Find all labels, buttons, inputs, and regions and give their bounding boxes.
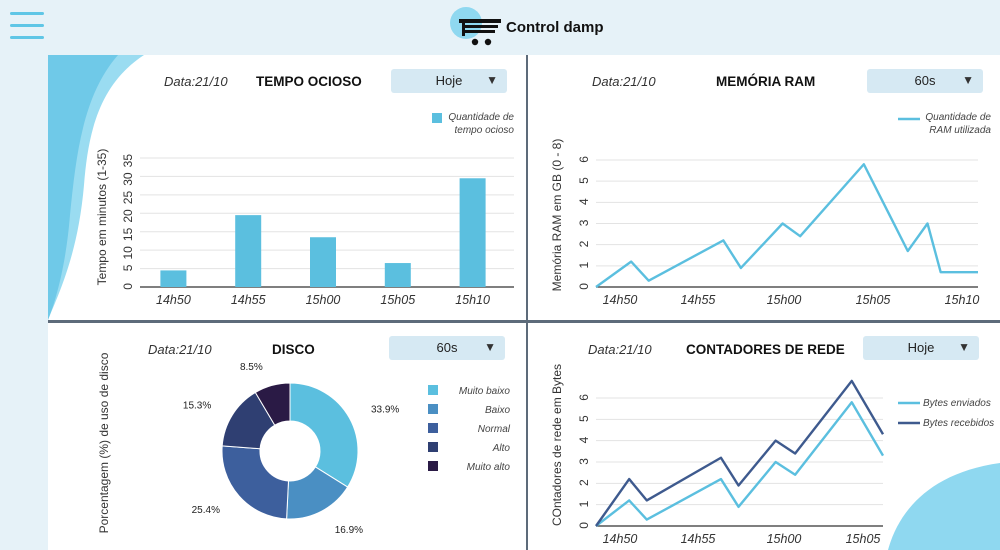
x-tick-label: 15h10	[945, 293, 980, 307]
chart-plot: Porcentagem (%) de uso de disco 33.9% 16.9…	[97, 352, 511, 536]
y-tick-label: 0	[577, 522, 591, 529]
legend-label: Bytes recebidos	[923, 418, 994, 429]
bar	[235, 215, 262, 287]
legend-label: Muito alto	[467, 462, 511, 473]
y-tick-label: 10	[121, 246, 135, 260]
x-tick-label: 15h05	[856, 293, 891, 307]
y-tick-label: 20	[121, 209, 135, 223]
legend-swatch	[428, 423, 438, 433]
legend-label: Quantidade de	[925, 112, 991, 123]
y-tick-label: 15	[121, 227, 135, 241]
y-tick-label: 4	[577, 198, 591, 205]
bar	[310, 237, 336, 287]
legend-label: Baixo	[485, 405, 510, 416]
legend-label: Muito baixo	[459, 386, 511, 397]
legend-swatch	[428, 404, 438, 414]
legend-label: Bytes enviados	[923, 398, 991, 409]
y-tick-label: 25	[121, 191, 135, 205]
legend-label: Normal	[478, 424, 511, 435]
x-tick-label: 15h00	[306, 293, 341, 307]
y-tick-label: 1	[577, 262, 591, 269]
y-axis-label: COntadores de rede em Bytes	[550, 364, 564, 526]
data-label: 16.9%	[335, 525, 363, 536]
legend-swatch	[432, 113, 442, 123]
panel-divider	[526, 55, 528, 550]
x-tick-label: 15h00	[767, 293, 802, 307]
x-tick-label: 15h10	[455, 293, 490, 307]
x-tick-label: 14h55	[681, 293, 716, 307]
y-axis-label: Memória RAM em GB (0 - 8)	[550, 139, 564, 292]
dashboard-grid: Data:21/10 TEMPO OCIOSO Hoje ▼ 0 5 10 15 20 2…	[48, 55, 1000, 550]
x-tick-label: 14h50	[156, 293, 191, 307]
x-tick-label: 15h05	[846, 532, 881, 546]
ram-panel: Data:21/10 MEMÓRIA RAM 60s ▼ 0 1 2 3 4 5 6 Memó…	[528, 55, 1000, 320]
x-tick-label: 14h55	[231, 293, 266, 307]
disk-chart: Porcentagem (%) de uso de disco 33.9% 16.9…	[97, 352, 511, 536]
panel-divider	[48, 320, 1000, 323]
legend-swatch	[428, 461, 438, 471]
sidebar	[0, 55, 48, 550]
data-label: 25.4%	[192, 505, 220, 516]
series-line	[595, 401, 885, 527]
y-axis-label: Porcentagem (%) de uso de disco	[97, 352, 111, 533]
y-tick-label: 3	[577, 219, 591, 226]
disk-panel: Data:21/10 DISCO 60s ▼ Porcentagem (%) d…	[48, 323, 526, 550]
y-tick-label: 4	[577, 436, 591, 443]
bar	[459, 178, 486, 287]
data-label: 33.9%	[371, 404, 399, 415]
legend-label: Alto	[492, 443, 511, 454]
legend-label: Quantidade de	[448, 112, 514, 123]
pie-slice	[221, 445, 290, 520]
data-label: 8.5%	[240, 362, 263, 373]
data-label: 15.3%	[183, 401, 211, 412]
idle-time-chart: 0 5 10 15 20 25 30 35 Tempo em minutos (1-35) 14h…	[95, 112, 514, 307]
legend-label: RAM utilizada	[929, 125, 991, 136]
y-tick-label: 1	[577, 500, 591, 507]
app-title: Control damp	[506, 18, 604, 36]
y-tick-label: 0	[121, 283, 135, 290]
legend-swatch	[428, 442, 438, 452]
legend-swatch	[428, 385, 438, 395]
y-tick-label: 5	[577, 415, 591, 422]
hamburger-menu-icon[interactable]	[10, 12, 46, 40]
x-tick-label: 14h50	[603, 293, 638, 307]
network-chart: 0 1 2 3 4 5 6 COntadores de rede em Bytes 14h50 1…	[550, 364, 994, 546]
chart-plot: 0 1 2 3 4 5 6 COntadores de rede em Bytes 14h50 1…	[550, 364, 994, 546]
cart-logo-icon	[448, 5, 504, 49]
y-tick-label: 6	[577, 156, 591, 163]
menu-line	[10, 12, 44, 15]
pie-slice	[289, 382, 359, 488]
network-panel: Data:21/10 CONTADORES DE REDE Hoje ▼ 012…	[528, 323, 1000, 550]
y-tick-label: 6	[577, 394, 591, 401]
series-line	[595, 163, 978, 288]
chart-plot: 0 5 10 15 20 25 30 35 Tempo em minutos (1-35) 14h…	[95, 112, 514, 307]
ram-chart: 0 1 2 3 4 5 6 Memória RAM em GB (0 - 8) 14h50 14h…	[550, 112, 991, 307]
y-tick-label: 3	[577, 458, 591, 465]
y-tick-label: 2	[577, 240, 591, 247]
x-tick-label: 15h05	[380, 293, 415, 307]
y-tick-label: 5	[121, 264, 135, 271]
bar	[384, 263, 411, 287]
y-tick-label: 5	[577, 177, 591, 184]
brand: Control damp	[448, 5, 604, 49]
chart-plot: 0 1 2 3 4 5 6 Memória RAM em GB (0 - 8) 14h50 14h…	[550, 112, 991, 307]
y-tick-label: 35	[121, 154, 135, 168]
bar	[160, 270, 187, 287]
y-tick-label: 30	[121, 172, 135, 186]
y-tick-label: 0	[577, 283, 591, 290]
x-tick-label: 14h55	[681, 532, 716, 546]
y-axis-label: Tempo em minutos (1-35)	[95, 149, 109, 286]
x-tick-label: 15h00	[767, 532, 802, 546]
y-tick-label: 2	[577, 479, 591, 486]
menu-line	[10, 24, 44, 27]
idle-time-panel: Data:21/10 TEMPO OCIOSO Hoje ▼ 0 5 10 15 20 2…	[48, 55, 526, 320]
top-bar: Control damp	[0, 0, 1000, 55]
x-tick-label: 14h50	[603, 532, 638, 546]
legend-label: tempo ocioso	[455, 125, 515, 136]
menu-line	[10, 36, 44, 39]
